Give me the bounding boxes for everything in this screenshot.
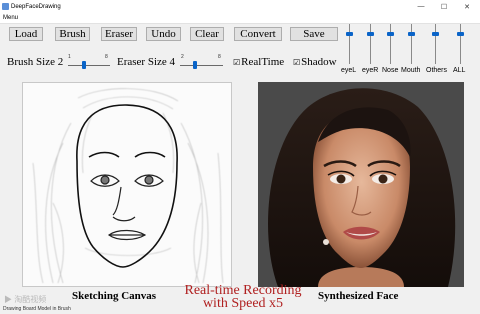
slider-nose[interactable] bbox=[386, 24, 395, 64]
shadow-checkbox[interactable]: ☑Shadow bbox=[293, 56, 337, 68]
slider-label-eyeL: eyeL bbox=[341, 67, 357, 74]
app-icon bbox=[2, 3, 9, 10]
slider-thumb[interactable] bbox=[346, 32, 353, 36]
minimize-icon[interactable]: — bbox=[410, 0, 432, 13]
synthesized-face-caption: Synthesized Face bbox=[318, 290, 399, 302]
slider-mouth[interactable] bbox=[407, 24, 416, 64]
load-button[interactable]: Load bbox=[9, 27, 43, 41]
menu-item[interactable]: Menu bbox=[0, 15, 18, 21]
status-bar-text: Drawing Board Model in Brush bbox=[3, 306, 71, 312]
eraser-size-label: Eraser Size 4 bbox=[117, 56, 176, 68]
slider-label-mouth: Mouth bbox=[401, 67, 421, 74]
sketching-canvas[interactable] bbox=[22, 82, 232, 287]
convert-button[interactable]: Convert bbox=[234, 27, 282, 41]
slider-label-all: ALL bbox=[453, 67, 466, 74]
slider-thumb[interactable] bbox=[432, 32, 439, 36]
sketch-canvas-caption: Sketching Canvas bbox=[72, 290, 157, 302]
sketch-drawing bbox=[32, 88, 224, 284]
title-bar: DeepFaceDrawing — ☐ ✕ bbox=[0, 0, 480, 13]
menu-bar: Menu bbox=[0, 13, 480, 24]
slider-label-eyeR: eyeR bbox=[362, 67, 379, 74]
save-button[interactable]: Save bbox=[290, 27, 338, 41]
slider-thumb[interactable] bbox=[367, 32, 374, 36]
checkbox-icon: ☑ bbox=[293, 58, 301, 67]
slider-thumb[interactable] bbox=[193, 61, 197, 69]
realtime-label: RealTime bbox=[241, 56, 285, 68]
face-image bbox=[258, 82, 464, 287]
eraser-button[interactable]: Eraser bbox=[101, 27, 137, 41]
clear-button[interactable]: Clear bbox=[190, 27, 224, 41]
brush-button[interactable]: Brush bbox=[55, 27, 90, 41]
brush-size-slider[interactable] bbox=[68, 60, 110, 70]
close-icon[interactable]: ✕ bbox=[456, 0, 478, 13]
slider-label-others: Others bbox=[426, 67, 448, 74]
overlay-line-2: with Speed x5 bbox=[202, 296, 284, 311]
slider-all[interactable] bbox=[456, 24, 465, 64]
slider-thumb[interactable] bbox=[457, 32, 464, 36]
undo-button[interactable]: Undo bbox=[146, 27, 181, 41]
eraser-size-slider[interactable] bbox=[180, 60, 223, 70]
brush-size-label: Brush Size 2 bbox=[7, 56, 64, 68]
slider-thumb[interactable] bbox=[408, 32, 415, 36]
window-title: DeepFaceDrawing bbox=[11, 3, 61, 10]
checkbox-icon: ☑ bbox=[233, 58, 241, 67]
realtime-checkbox[interactable]: ☑RealTime bbox=[233, 56, 284, 68]
slider-thumb[interactable] bbox=[387, 32, 394, 36]
slider-label-nose: Nose bbox=[382, 67, 399, 74]
maximize-icon[interactable]: ☐ bbox=[433, 0, 455, 13]
slider-thumb[interactable] bbox=[82, 61, 86, 69]
synthesized-face-image bbox=[258, 82, 464, 287]
shadow-label: Shadow bbox=[301, 56, 337, 68]
recording-overlay: Real-time Recording with Speed x5 bbox=[166, 284, 320, 311]
slider-eyeL[interactable] bbox=[345, 24, 354, 64]
slider-eyeR[interactable] bbox=[366, 24, 375, 64]
slider-others[interactable] bbox=[431, 24, 440, 64]
watermark-logo: ▶ 淘酷视频 bbox=[4, 295, 47, 304]
